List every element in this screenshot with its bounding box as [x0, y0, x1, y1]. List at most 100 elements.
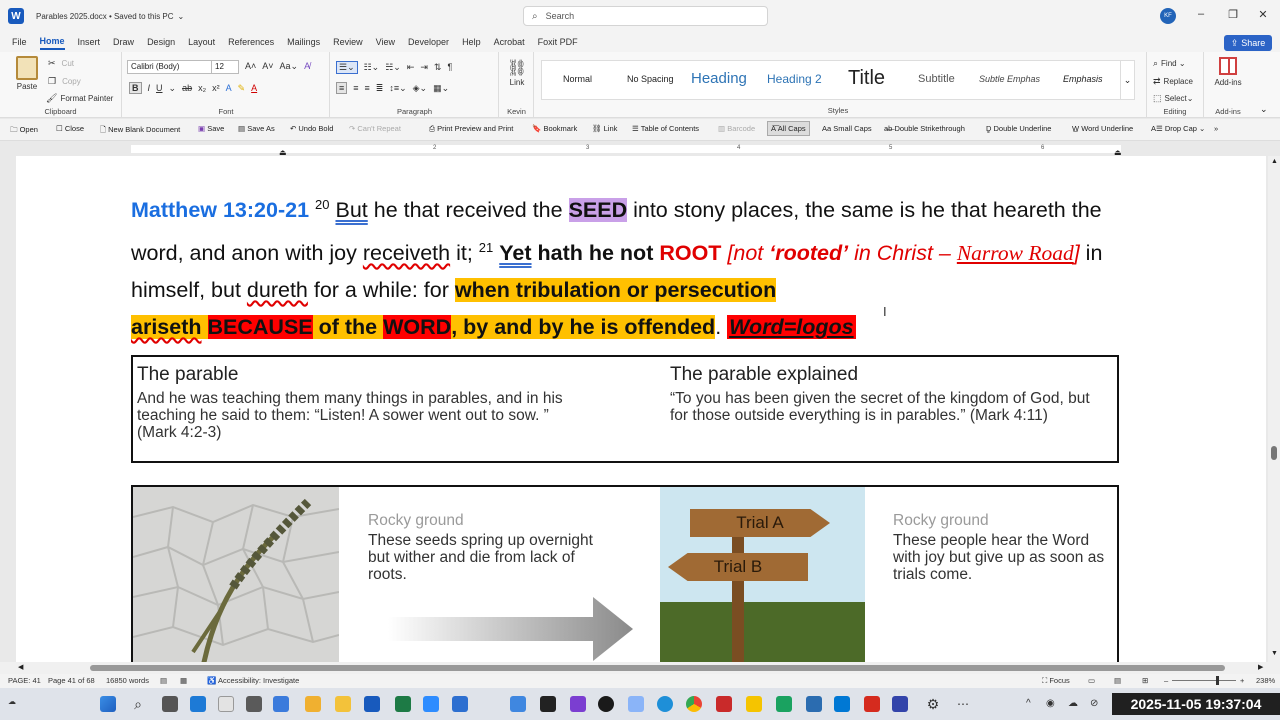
app-icon[interactable]	[864, 696, 880, 712]
tab-references[interactable]: References	[228, 35, 274, 49]
app-icon[interactable]	[305, 696, 321, 712]
style-subtle-emphasis[interactable]: Subtle Emphas	[979, 74, 1040, 84]
tab-help[interactable]: Help	[462, 35, 481, 49]
close-icon[interactable]: ✕	[1256, 8, 1270, 24]
start-icon[interactable]	[100, 696, 116, 712]
qat-more-icon[interactable]: »	[1214, 124, 1218, 133]
qat-open[interactable]: 🗀 Open	[10, 124, 38, 137]
qat-repeat[interactable]: ↷ Can't Repeat	[349, 124, 401, 133]
cut-button[interactable]: ✂ Cut	[48, 58, 74, 69]
decrease-indent-icon[interactable]: ⇤	[407, 62, 415, 73]
qat-bookmark[interactable]: 🔖 Bookmark	[532, 124, 577, 133]
style-title[interactable]: Title	[848, 67, 885, 90]
minimize-icon[interactable]: –	[1194, 8, 1208, 24]
copy-button[interactable]: ❐ Copy	[48, 76, 81, 87]
font-name-select[interactable]: Calibri (Body)	[127, 60, 213, 74]
qat-save-as[interactable]: ▤ Save As	[238, 124, 275, 133]
app-icon[interactable]	[510, 696, 526, 712]
bullets-icon[interactable]: ☰⌄	[336, 61, 358, 74]
clear-formatting-icon[interactable]: A̸	[304, 61, 310, 71]
zoom-out-icon[interactable]: –	[1164, 676, 1168, 685]
qat-barcode[interactable]: ▥ Barcode	[718, 124, 755, 133]
horizontal-scrollbar[interactable]: ◀ ▶	[0, 662, 1280, 674]
status-page-count[interactable]: Page 41 of 68	[48, 676, 95, 685]
task-view-icon[interactable]	[162, 696, 178, 712]
numbering-icon[interactable]: ☷⌄	[364, 62, 380, 73]
app-icon[interactable]	[716, 696, 732, 712]
link-button[interactable]: ⛓ Link	[502, 58, 532, 87]
style-emphasis[interactable]: Emphasis	[1063, 74, 1103, 84]
shrink-font-icon[interactable]: A˅	[262, 61, 273, 71]
tray-app-icon[interactable]: ☁	[1068, 698, 1078, 709]
zoom-in-icon[interactable]: +	[1240, 676, 1244, 685]
excel-icon[interactable]	[395, 696, 411, 712]
app-icon[interactable]	[190, 696, 206, 712]
tab-view[interactable]: View	[376, 35, 395, 49]
sort-icon[interactable]: ⇅	[434, 62, 442, 73]
app-icon[interactable]	[776, 696, 792, 712]
strikethrough-icon[interactable]: ab	[182, 83, 192, 93]
app-icon[interactable]	[218, 696, 234, 712]
zoom-slider-thumb[interactable]	[1216, 676, 1219, 685]
superscript-icon[interactable]: x²	[212, 83, 220, 93]
addins-button[interactable]: Add-ins	[1209, 57, 1247, 87]
font-size-select[interactable]: 12	[211, 60, 239, 74]
zoom-level[interactable]: 238%	[1256, 676, 1275, 685]
qat-table-of-contents[interactable]: ☰ Table of Contents	[632, 124, 699, 133]
web-layout-icon[interactable]: ⊞	[1142, 676, 1148, 685]
tab-mailings[interactable]: Mailings	[287, 35, 320, 49]
select-button[interactable]: ⬚ Select⌄	[1153, 93, 1193, 104]
qat-small-caps[interactable]: Aa Small Caps	[822, 124, 872, 133]
tab-review[interactable]: Review	[333, 35, 363, 49]
avatar[interactable]: KF	[1160, 8, 1176, 24]
style-heading-2[interactable]: Heading 2	[767, 72, 822, 86]
grow-font-icon[interactable]: A˄	[245, 61, 256, 71]
find-button[interactable]: ⌕ Find ⌄	[1153, 58, 1186, 69]
collapse-ribbon-icon[interactable]: ⌄	[1260, 104, 1268, 115]
app-icon[interactable]	[273, 696, 289, 712]
scroll-right-icon[interactable]: ▶	[1258, 663, 1263, 671]
tab-developer[interactable]: Developer	[408, 35, 449, 49]
tray-app-icon[interactable]: ⊘	[1090, 698, 1098, 709]
app-icon[interactable]	[598, 696, 614, 712]
macro-icon[interactable]: ▦	[180, 676, 187, 685]
tray-chevron-icon[interactable]: ^	[1026, 698, 1031, 709]
scroll-left-icon[interactable]: ◀	[18, 663, 23, 671]
search-icon[interactable]: ⌕	[130, 696, 146, 712]
align-center-icon[interactable]: ≡	[353, 83, 358, 93]
focus-button[interactable]: ⛶ Focus	[1042, 676, 1070, 686]
zoom-slider[interactable]	[1172, 676, 1236, 685]
scroll-up-icon[interactable]: ▲	[1271, 158, 1278, 165]
text-effects-icon[interactable]: A	[226, 83, 232, 93]
app-icon[interactable]	[246, 696, 262, 712]
app-icon[interactable]	[892, 696, 908, 712]
scroll-down-icon[interactable]: ▼	[1271, 650, 1278, 657]
subscript-icon[interactable]: x₂	[198, 83, 206, 93]
styles-more-icon[interactable]: ⌄	[1120, 61, 1134, 99]
tab-home[interactable]: Home	[39, 34, 65, 50]
document-paragraph[interactable]: Matthew 13:20-21 20 But he that received…	[131, 186, 1111, 346]
tray-app-icon[interactable]: ◉	[1046, 698, 1055, 709]
borders-icon[interactable]: ▦⌄	[433, 83, 449, 94]
align-right-icon[interactable]: ≡	[365, 83, 370, 93]
more-apps-icon[interactable]: ⋯	[955, 696, 971, 712]
italic-icon[interactable]: I	[148, 83, 151, 93]
app-icon[interactable]	[834, 696, 850, 712]
qat-double-underline[interactable]: D̳ Double Underline	[986, 124, 1051, 133]
qat-print-preview[interactable]: ⎙ Print Preview and Print	[429, 124, 513, 134]
align-left-icon[interactable]: ≡	[336, 82, 348, 94]
qat-new-blank-document[interactable]: 🗋 New Blank Document	[100, 124, 180, 137]
qat-undo-bold[interactable]: ↶ Undo Bold	[290, 124, 333, 133]
font-color-icon[interactable]: A	[251, 83, 257, 93]
horizontal-scroll-thumb[interactable]	[90, 665, 1225, 671]
qat-all-caps[interactable]: A͞ All Caps	[767, 121, 810, 136]
document-page[interactable]: Matthew 13:20-21 20 But he that received…	[16, 156, 1266, 662]
tab-layout[interactable]: Layout	[188, 35, 215, 49]
bold-icon[interactable]: B	[129, 82, 142, 94]
style-normal[interactable]: Normal	[563, 74, 592, 84]
maximize-icon[interactable]: ❐	[1226, 8, 1240, 24]
app-icon[interactable]	[452, 696, 468, 712]
replace-button[interactable]: ⇄ Replace	[1153, 76, 1193, 87]
tab-acrobat[interactable]: Acrobat	[494, 35, 525, 49]
document-title[interactable]: Parables 2025.docx • Saved to this PC ⌄	[36, 12, 184, 21]
